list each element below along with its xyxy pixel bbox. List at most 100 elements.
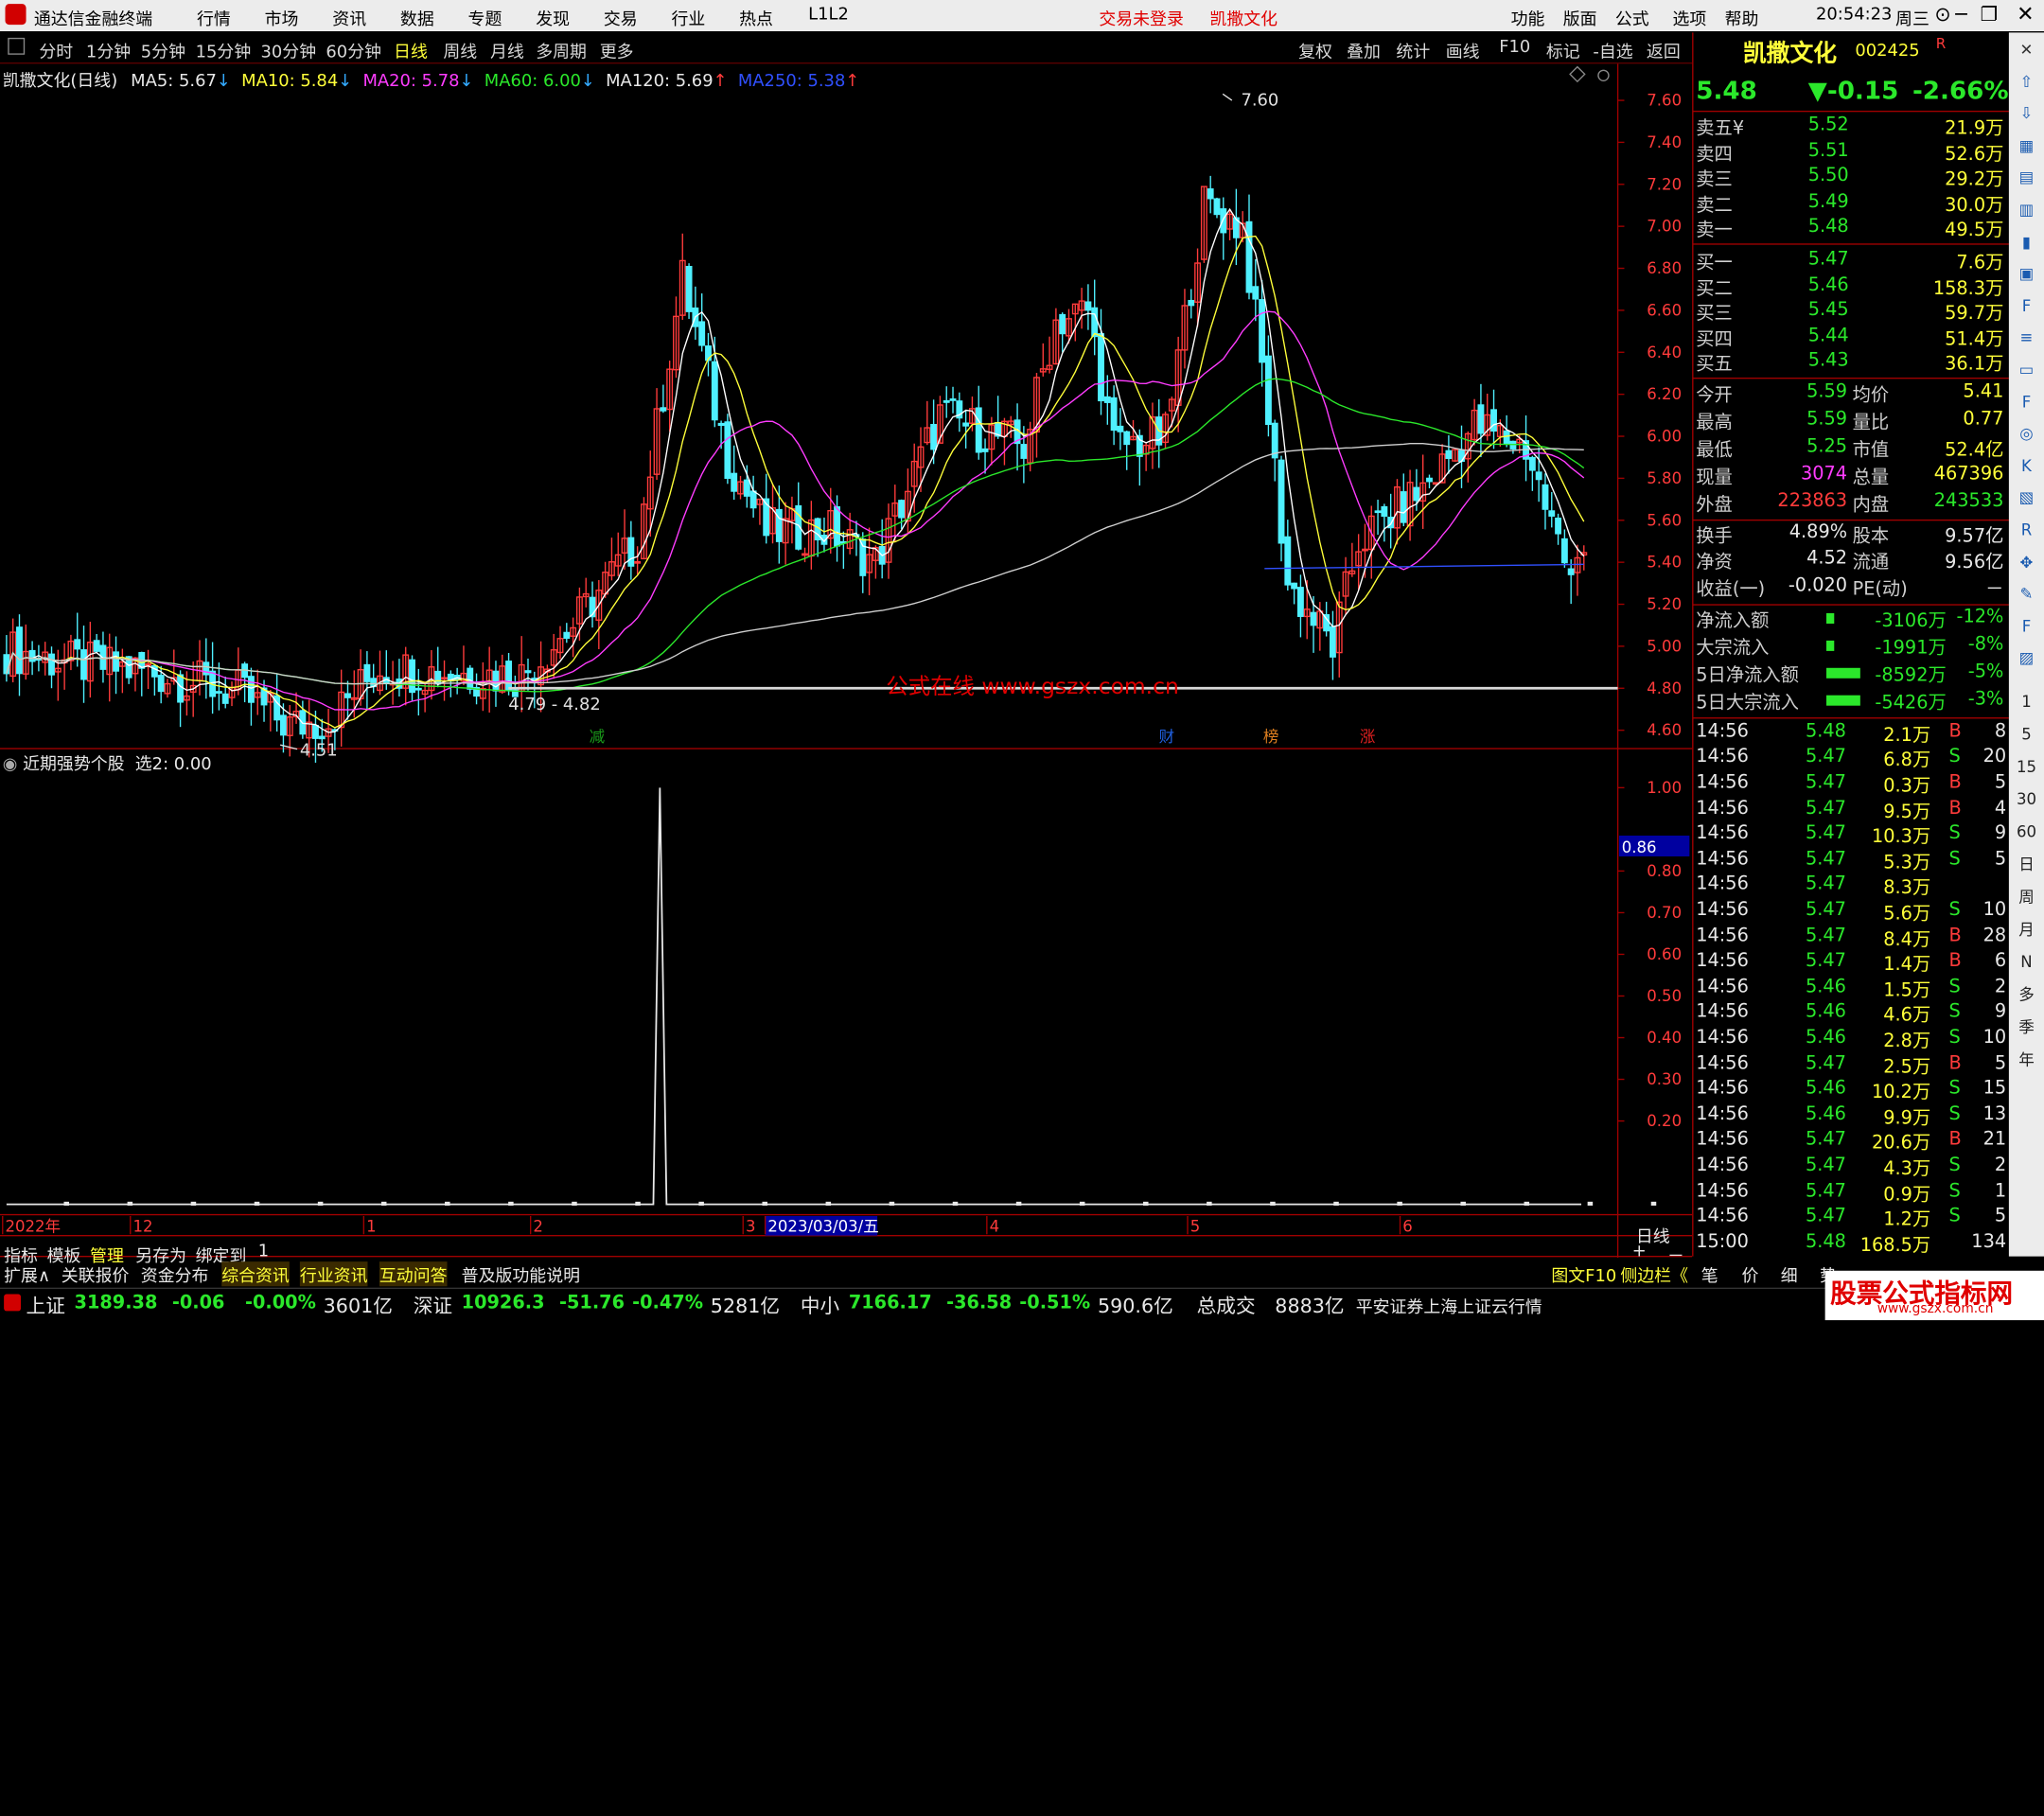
- bottom-right-tab-2[interactable]: 笔: [1701, 1261, 1718, 1287]
- menu-1[interactable]: 市场: [265, 6, 299, 30]
- toolbar-btn-4[interactable]: F10: [1499, 38, 1530, 58]
- close-icon[interactable]: ✕: [2014, 38, 2038, 62]
- menu-4[interactable]: 专题: [468, 6, 502, 30]
- toolbar-btn-6[interactable]: -自选: [1593, 38, 1632, 62]
- bottom-tab-5[interactable]: 1: [258, 1243, 269, 1262]
- k-icon[interactable]: K: [2014, 454, 2038, 479]
- period-tab-3[interactable]: 15分钟: [196, 38, 252, 62]
- zoom-in-button[interactable]: +: [1632, 1243, 1647, 1262]
- right-menu-2[interactable]: 公式: [1615, 6, 1649, 30]
- period-tab-1[interactable]: 1分钟: [86, 38, 131, 62]
- kline-icon[interactable]: ▨: [2014, 646, 2038, 671]
- toolbar-btn-1[interactable]: 叠加: [1347, 38, 1381, 62]
- menu-0[interactable]: 行情: [197, 6, 231, 30]
- sidebar-period-6[interactable]: 周: [2014, 886, 2038, 910]
- arrow-up-icon[interactable]: ⇧: [2014, 70, 2038, 95]
- sidebar-period-11[interactable]: 年: [2014, 1049, 2038, 1073]
- right-menu-3[interactable]: 选项: [1672, 6, 1706, 30]
- menu-8[interactable]: 热点: [739, 6, 773, 30]
- index-name-2[interactable]: 中小: [801, 1292, 839, 1319]
- bottom-tab2-0[interactable]: 扩展∧: [4, 1261, 50, 1287]
- sidebar-period-0[interactable]: 1: [2014, 690, 2038, 714]
- period-tab-6[interactable]: 日线: [394, 38, 428, 62]
- ask-row-0[interactable]: 卖五¥ 5.52 21.9万: [1694, 115, 2009, 139]
- toolbar-btn-3[interactable]: 画线: [1446, 38, 1480, 62]
- arrow-down-icon[interactable]: ⇩: [2014, 102, 2038, 127]
- period-tab-9[interactable]: 多周期: [536, 38, 587, 62]
- period-tab-5[interactable]: 60分钟: [326, 38, 381, 62]
- menu-7[interactable]: 行业: [671, 6, 705, 30]
- login-status[interactable]: 交易未登录: [1099, 6, 1184, 30]
- restore-icon[interactable]: ❐: [1981, 3, 1999, 26]
- toolbar-btn-7[interactable]: 返回: [1647, 38, 1681, 62]
- doc-icon[interactable]: ▭: [2014, 358, 2038, 382]
- sidebar-period-1[interactable]: 5: [2014, 723, 2038, 748]
- period-tab-4[interactable]: 30分钟: [261, 38, 317, 62]
- bottom-tab2-5[interactable]: 互动问答: [379, 1261, 448, 1287]
- pen-icon[interactable]: ✎: [2014, 582, 2038, 607]
- menu-3[interactable]: 数据: [400, 6, 434, 30]
- candle-icon[interactable]: ▮: [2014, 230, 2038, 255]
- sidebar-period-10[interactable]: 季: [2014, 1015, 2038, 1040]
- bottom-tab2-2[interactable]: 资金分布: [141, 1261, 209, 1287]
- bid-row-0[interactable]: 买一 5.47 7.6万: [1694, 249, 2009, 273]
- sidebar-period-5[interactable]: 日: [2014, 853, 2038, 877]
- globe-icon[interactable]: ◎: [2014, 422, 2038, 447]
- ask-row-3[interactable]: 卖二 5.49 30.0万: [1694, 191, 2009, 216]
- bottom-tab2-1[interactable]: 关联报价: [62, 1261, 130, 1287]
- ask-row-4[interactable]: 卖一 5.48 49.5万: [1694, 217, 2009, 241]
- bid-row-3[interactable]: 买四 5.44 51.4万: [1694, 326, 2009, 350]
- bottom-right-tab-0[interactable]: 图文F10: [1551, 1261, 1616, 1287]
- menu-5[interactable]: 发现: [536, 6, 570, 30]
- toolbar-btn-2[interactable]: 统计: [1396, 38, 1430, 62]
- right-menu-4[interactable]: 帮助: [1725, 6, 1759, 30]
- toolbar-btn-0[interactable]: 复权: [1298, 38, 1332, 62]
- period-tab-7[interactable]: 周线: [443, 38, 477, 62]
- period-tab-2[interactable]: 5分钟: [141, 38, 185, 62]
- right-menu-1[interactable]: 版面: [1563, 6, 1597, 30]
- period-tab-0[interactable]: 分时: [39, 38, 73, 62]
- ask-row-1[interactable]: 卖四 5.51 52.6万: [1694, 140, 2009, 165]
- user-icon[interactable]: ⊙: [1934, 3, 1950, 26]
- list-icon[interactable]: ▤: [2014, 166, 2038, 190]
- bottom-right-tab-4[interactable]: 细: [1781, 1261, 1798, 1287]
- bottom-tab2-6[interactable]: 普及版功能说明: [462, 1261, 580, 1287]
- chart-icon[interactable]: ▥: [2014, 198, 2038, 222]
- bid-row-1[interactable]: 买二 5.46 158.3万: [1694, 274, 2009, 299]
- table-icon[interactable]: ▣: [2014, 262, 2038, 287]
- sidebar-period-4[interactable]: 60: [2014, 820, 2038, 845]
- index-name-1[interactable]: 深证: [414, 1292, 452, 1319]
- chart2-icon[interactable]: ▧: [2014, 486, 2038, 511]
- menu-2[interactable]: 资讯: [332, 6, 366, 30]
- menu-9[interactable]: L1L2: [808, 6, 849, 26]
- sidebar-period-3[interactable]: 30: [2014, 787, 2038, 812]
- sidebar-period-9[interactable]: 多: [2014, 983, 2038, 1008]
- period-tab-8[interactable]: 月线: [490, 38, 524, 62]
- sidebar-period-8[interactable]: N: [2014, 950, 2038, 975]
- toolbar-btn-5[interactable]: 标记: [1546, 38, 1580, 62]
- f10-icon[interactable]: F: [2014, 294, 2038, 319]
- panel-toggle-icon[interactable]: [8, 37, 26, 55]
- bottom-right-tab-1[interactable]: 侧边栏《: [1620, 1261, 1688, 1287]
- bottom-tab2-4[interactable]: 行业资讯: [299, 1261, 368, 1287]
- sidebar-period-7[interactable]: 月: [2014, 918, 2038, 943]
- period-tab-10[interactable]: 更多: [600, 38, 634, 62]
- rsi-icon[interactable]: R: [2014, 519, 2038, 543]
- bid-row-2[interactable]: 买三 5.45 59.7万: [1694, 300, 2009, 325]
- kline-chart[interactable]: 7.60 7.40 7.20 7.00 6.80 6.60 6.40 6.20 6.00 5.80…: [0, 63, 1693, 1259]
- ask-row-2[interactable]: 卖三 5.50 29.2万: [1694, 166, 2009, 190]
- minimize-icon[interactable]: ─: [1955, 3, 1966, 26]
- sidebar-period-2[interactable]: 15: [2014, 755, 2038, 780]
- menu-6[interactable]: 交易: [604, 6, 638, 30]
- index-name-0[interactable]: 上证: [26, 1292, 65, 1319]
- f2-icon[interactable]: F: [2014, 390, 2038, 414]
- grid-icon[interactable]: ▦: [2014, 133, 2038, 158]
- bottom-right-tab-3[interactable]: 价: [1741, 1261, 1758, 1287]
- bid-row-4[interactable]: 买五 5.43 36.1万: [1694, 351, 2009, 376]
- right-menu-0[interactable]: 功能: [1511, 6, 1545, 30]
- news-icon[interactable]: ≡: [2014, 326, 2038, 350]
- move-icon[interactable]: ✥: [2014, 550, 2038, 574]
- bottom-tab2-3[interactable]: 综合资讯: [221, 1261, 290, 1287]
- close-icon[interactable]: ✕: [2017, 1, 2034, 26]
- fs-icon[interactable]: F: [2014, 614, 2038, 639]
